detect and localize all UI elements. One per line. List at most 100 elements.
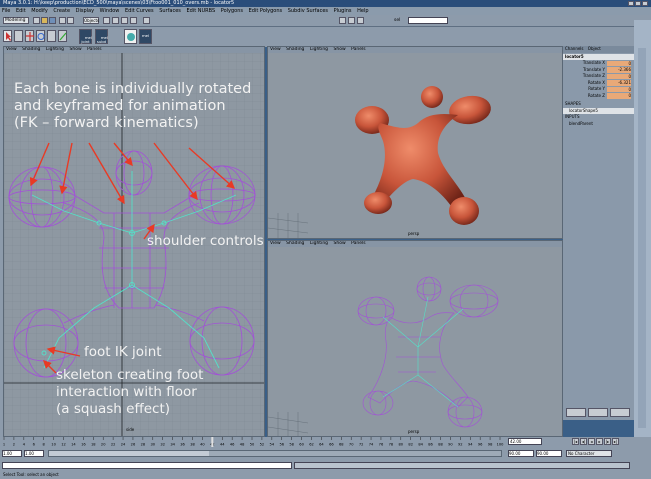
viewport-side[interactable]: View Shading Lighting Show Panels Each b… xyxy=(3,46,265,437)
close-button[interactable] xyxy=(642,1,648,6)
channel-value-tx[interactable]: 0 xyxy=(607,60,631,66)
select-hierarchy-icon[interactable] xyxy=(59,17,66,24)
vp2-menu-panels[interactable]: Panels xyxy=(351,47,365,52)
open-scene-icon[interactable] xyxy=(41,17,48,24)
rotate-tool-icon[interactable] xyxy=(36,30,45,42)
move-tool-icon[interactable] xyxy=(25,30,34,42)
step-back-icon[interactable]: ◂| xyxy=(580,438,587,445)
search-input[interactable] xyxy=(408,17,448,24)
select-object-icon[interactable] xyxy=(67,17,74,24)
snap-point-icon[interactable] xyxy=(121,17,128,24)
menu-modify[interactable]: Modify xyxy=(31,8,48,14)
range-slider-handle[interactable] xyxy=(49,451,209,456)
time-tick-label: 72 xyxy=(359,443,364,447)
command-input[interactable] xyxy=(2,462,292,469)
channel-value-ty[interactable]: -2.366 xyxy=(607,67,631,73)
vp1-menu-show[interactable]: Show xyxy=(69,47,81,52)
time-tick-label: 24 xyxy=(121,443,126,447)
anim-start-field[interactable]: 1.00 xyxy=(24,450,44,457)
layer-button-3[interactable] xyxy=(610,408,630,417)
time-tick-label: 100 xyxy=(497,443,505,447)
vp3-menu-view[interactable]: View xyxy=(270,241,281,246)
vp1-menu-shading[interactable]: Shading xyxy=(22,47,40,52)
shelf-mel-joint[interactable]: mel joint xyxy=(79,29,92,44)
range-start-field[interactable]: 1.00 xyxy=(2,450,22,457)
menu-file[interactable]: File xyxy=(2,8,10,14)
vp2-menu-lighting[interactable]: Lighting xyxy=(310,47,328,52)
snap-grid-icon[interactable] xyxy=(103,17,110,24)
menu-create[interactable]: Create xyxy=(53,8,70,14)
range-end-field[interactable]: 90.00 xyxy=(508,450,534,457)
menu-surfaces[interactable]: Surfaces xyxy=(159,8,181,14)
render-icon[interactable] xyxy=(339,17,346,24)
play-forward-icon[interactable]: ▸ xyxy=(596,438,603,445)
ipr-render-icon[interactable] xyxy=(348,17,355,24)
current-frame-marker[interactable] xyxy=(211,437,214,447)
shelf-script-icon[interactable] xyxy=(124,29,137,44)
channel-row-rotate-z[interactable]: Rotate Z0 xyxy=(563,93,634,100)
vp1-menu-panels[interactable]: Panels xyxy=(87,47,101,52)
shaded-view-canvas xyxy=(268,86,491,238)
viewport-persp-bottom[interactable]: View Shading Lighting Show Panels persp xyxy=(267,240,563,437)
vp2-menu-shading[interactable]: Shading xyxy=(286,47,304,52)
tab-object[interactable]: Object xyxy=(588,46,601,51)
menu-edit-curves[interactable]: Edit Curves xyxy=(125,8,154,14)
minimize-button[interactable] xyxy=(628,1,634,6)
render-globals-icon[interactable] xyxy=(357,17,364,24)
channel-value-rx[interactable]: -6.321 xyxy=(607,80,631,86)
vp2-menu-view[interactable]: View xyxy=(270,47,281,52)
menu-edit[interactable]: Edit xyxy=(16,8,26,14)
channel-value-tz[interactable]: 0 xyxy=(607,73,631,79)
history-icon[interactable] xyxy=(143,17,150,24)
save-scene-icon[interactable] xyxy=(49,17,56,24)
go-to-start-icon[interactable]: |◂ xyxy=(572,438,579,445)
step-forward-icon[interactable]: |▸ xyxy=(604,438,611,445)
time-tick-label: 82 xyxy=(408,443,413,447)
play-back-icon[interactable]: ◂ xyxy=(588,438,595,445)
vp3-menu-shading[interactable]: Shading xyxy=(286,241,304,246)
menu-edit-nurbs[interactable]: Edit NURBS xyxy=(186,8,215,14)
new-scene-icon[interactable] xyxy=(33,17,40,24)
character-set-menu[interactable]: No Character xyxy=(566,450,612,457)
scale-tool-icon[interactable] xyxy=(47,30,56,42)
menu-help[interactable]: Help xyxy=(357,8,368,14)
tab-channels[interactable]: Channels xyxy=(565,46,584,51)
channel-value-ry[interactable]: 0 xyxy=(607,86,631,92)
menu-subdiv-surfaces[interactable]: Subdiv Surfaces xyxy=(288,8,328,14)
vp2-menu-show[interactable]: Show xyxy=(333,47,345,52)
time-slider[interactable]: 1246810121416182022242628303234363840424… xyxy=(0,437,651,447)
vp1-menu-view[interactable]: View xyxy=(6,47,17,52)
layer-button-2[interactable] xyxy=(588,408,608,417)
channel-label-ty: Translate Y xyxy=(583,66,605,72)
select-tool-icon[interactable] xyxy=(3,30,12,42)
vp1-menu-lighting[interactable]: Lighting xyxy=(46,47,64,52)
vp3-menu-lighting[interactable]: Lighting xyxy=(310,241,328,246)
menu-polygons[interactable]: Polygons xyxy=(221,8,243,14)
layer-button-1[interactable] xyxy=(566,408,586,417)
vp3-menu-panels[interactable]: Panels xyxy=(351,241,365,246)
current-frame-field[interactable]: 42.00 xyxy=(508,438,542,445)
maximize-button[interactable] xyxy=(635,1,641,6)
selection-mask-field[interactable]: Objects xyxy=(83,17,99,24)
snap-view-icon[interactable] xyxy=(130,17,137,24)
menu-display[interactable]: Display xyxy=(76,8,94,14)
go-to-end-icon[interactable]: ▸| xyxy=(612,438,619,445)
manipulator-tool-icon[interactable] xyxy=(58,30,67,42)
window-controls[interactable] xyxy=(628,1,650,6)
menu-edit-polygons[interactable]: Edit Polygons xyxy=(249,8,283,14)
shelf-mel[interactable]: mel xyxy=(139,29,152,44)
viewport-persp-top[interactable]: View Shading Lighting Show Panels persp xyxy=(267,46,563,239)
snap-curve-icon[interactable] xyxy=(112,17,119,24)
panel-scrollbar[interactable] xyxy=(638,48,646,428)
channel-value-rz[interactable]: 0 xyxy=(607,93,631,99)
channel-label-rz: Rotate Z xyxy=(587,92,605,98)
input-node[interactable]: blendParent xyxy=(563,121,634,128)
anim-end-field[interactable]: 90.00 xyxy=(536,450,562,457)
lasso-tool-icon[interactable] xyxy=(14,30,23,42)
menu-window[interactable]: Window xyxy=(100,8,120,14)
shelf-mel-subd[interactable]: mel subd xyxy=(95,29,108,44)
mode-selector[interactable]: Modeling xyxy=(3,17,29,24)
menu-plugins[interactable]: Plugins xyxy=(334,8,352,14)
range-slider[interactable] xyxy=(48,450,502,457)
vp3-menu-show[interactable]: Show xyxy=(333,241,345,246)
